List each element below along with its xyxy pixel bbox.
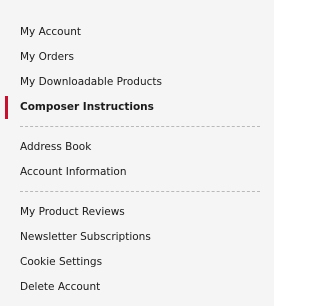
nav-item-delete-account[interactable]: Delete Account xyxy=(0,275,274,300)
nav-item-account-information[interactable]: Account Information xyxy=(0,160,274,185)
nav-item-my-downloadable-products[interactable]: My Downloadable Products xyxy=(0,70,274,95)
nav-item-my-product-reviews[interactable]: My Product Reviews xyxy=(0,200,274,225)
nav-item-my-orders[interactable]: My Orders xyxy=(0,45,274,70)
nav-divider xyxy=(0,120,274,135)
nav-item-newsletter-subscriptions[interactable]: Newsletter Subscriptions xyxy=(0,225,274,250)
account-nav-list: My Account My Orders My Downloadable Pro… xyxy=(0,20,274,300)
nav-item-address-book[interactable]: Address Book xyxy=(0,135,274,160)
nav-item-my-account[interactable]: My Account xyxy=(0,20,274,45)
nav-item-composer-instructions: Composer Instructions xyxy=(0,95,274,120)
nav-divider xyxy=(0,185,274,200)
account-navigation: My Account My Orders My Downloadable Pro… xyxy=(0,0,274,306)
nav-item-cookie-settings[interactable]: Cookie Settings xyxy=(0,250,274,275)
